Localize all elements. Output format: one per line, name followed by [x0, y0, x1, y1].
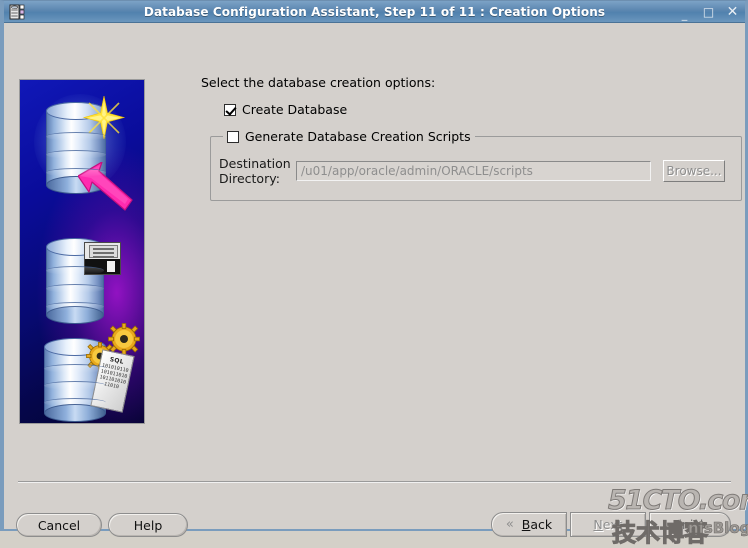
finish-button[interactable]: Finish: [649, 512, 731, 537]
generate-scripts-checkbox[interactable]: Generate Database Creation Scripts: [223, 129, 475, 144]
destination-directory-input[interactable]: /u01/app/oracle/admin/ORACLE/scripts: [296, 161, 651, 181]
floppy-shutter: [89, 245, 118, 258]
client-area: SQL 10101011010101101010110101011010 Sel…: [4, 23, 748, 548]
create-database-label: Create Database: [242, 102, 348, 117]
next-button[interactable]: Next: [570, 512, 646, 537]
help-button[interactable]: Help: [108, 513, 188, 537]
cylinder-rib: [46, 132, 106, 141]
cylinder-rib: [46, 150, 106, 159]
maximize-icon[interactable]: □: [702, 6, 715, 18]
back-button-label: Back: [521, 517, 553, 532]
back-button[interactable]: « Back: [491, 512, 567, 537]
generate-scripts-label: Generate Database Creation Scripts: [245, 129, 471, 144]
title-bar[interactable]: Database Configuration Assistant, Step 1…: [4, 1, 745, 23]
minimize-icon[interactable]: _: [678, 8, 691, 21]
checkbox-icon-checked[interactable]: [224, 103, 236, 116]
cylinder-rib: [46, 168, 106, 177]
cylinder-rib: [46, 302, 104, 311]
oracle-database-illustration: SQL 10101011010101101010110101011010: [19, 79, 145, 424]
next-button-label: Next: [593, 517, 623, 532]
browse-button[interactable]: Browse...: [663, 160, 725, 182]
create-database-checkbox[interactable]: Create Database: [224, 102, 347, 117]
window-controls: _ □ ✕: [678, 5, 739, 21]
cancel-button[interactable]: Cancel: [16, 513, 102, 537]
chevron-left-icon: «: [505, 517, 514, 532]
cylinder-rib: [44, 398, 106, 407]
window-title: Database Configuration Assistant, Step 1…: [143, 4, 606, 19]
destination-label-line2: Directory:: [219, 171, 280, 186]
footer-divider: [18, 481, 731, 483]
cylinder-rib: [46, 284, 104, 293]
cylinder-rib: [44, 364, 106, 373]
application-window: Database Configuration Assistant, Step 1…: [0, 0, 748, 548]
cylinder-rib: [46, 266, 104, 275]
page-title: Select the database creation options:: [201, 75, 436, 90]
cylinder-rib: [44, 381, 106, 390]
database-app-icon: [9, 4, 25, 20]
destination-label-line1: Destination: [219, 156, 291, 171]
close-icon[interactable]: ✕: [726, 5, 739, 19]
destination-directory-label: Destination Directory:: [219, 156, 291, 186]
checkbox-icon-unchecked[interactable]: [227, 130, 239, 143]
